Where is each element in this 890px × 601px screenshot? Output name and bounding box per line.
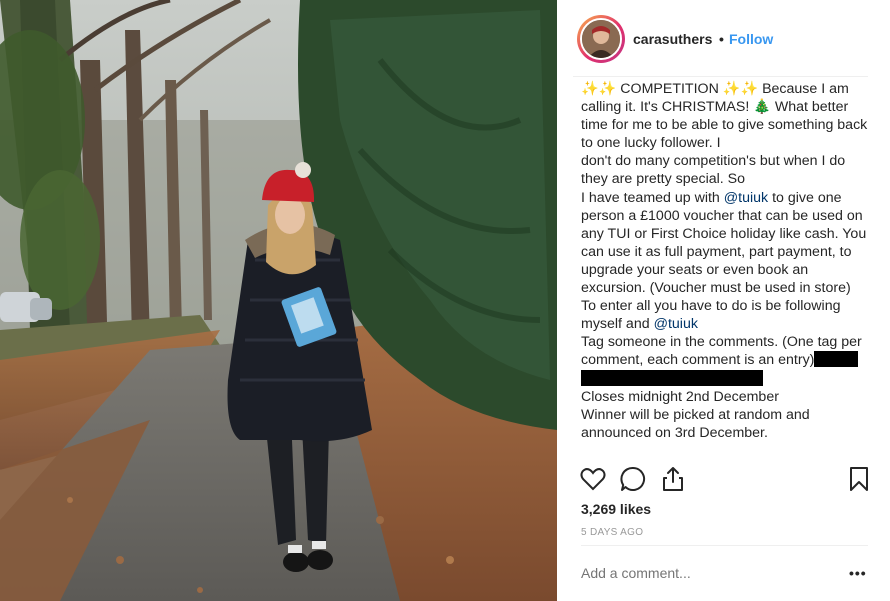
caption-text-5: To enter all you have to do is be follow… (581, 298, 841, 333)
likes-count[interactable]: 3,269 likes (581, 501, 651, 517)
caption-paragraph: To enter all you have to do is be follow… (581, 297, 869, 333)
mention-link[interactable]: @tuiuk (654, 316, 698, 332)
share-icon[interactable] (659, 465, 687, 493)
caption-paragraph: Winner will be picked at random and anno… (581, 406, 869, 442)
follow-button[interactable]: Follow (729, 31, 773, 47)
christmas-tree-icon: 🎄 (753, 99, 771, 116)
post-header: carasuthers • Follow (557, 0, 890, 78)
separator-dot: • (719, 31, 724, 47)
caption-paragraph: don't do many competition's but when I d… (581, 152, 869, 188)
comment-icon[interactable] (619, 465, 647, 493)
caption-competition: COMPETITION (620, 81, 719, 97)
caption-text-3: don't do many competition's but when I d… (581, 153, 846, 188)
mention-link[interactable]: @tuiuk (724, 190, 768, 206)
avatar[interactable] (577, 15, 625, 63)
caption-paragraph: I have teamed up with @tuiuk to give one… (581, 189, 869, 298)
caption-paragraph: ✨✨ COMPETITION ✨✨ Because I am calling i… (581, 80, 869, 152)
caption-text-4a: I have teamed up with (581, 189, 720, 206)
action-bar (557, 465, 890, 497)
post-caption: ✨✨ COMPETITION ✨✨ Because I am calling i… (581, 80, 869, 458)
caption-paragraph (581, 369, 869, 388)
username[interactable]: carasuthers (633, 31, 712, 47)
sparkles-emoji: ✨✨ (722, 81, 759, 97)
redaction-bar (814, 351, 859, 368)
post-photo[interactable] (0, 0, 557, 601)
caption-text-7: Closes midnight 2nd December (581, 388, 779, 405)
post-panel: carasuthers • Follow ✨✨ COMPETITION ✨✨ B… (557, 0, 890, 601)
comment-input[interactable] (581, 565, 821, 581)
redaction-bar (581, 369, 763, 386)
caption-text-8: Winner will be picked at random and anno… (581, 406, 810, 441)
sparkles-emoji: ✨✨ (581, 81, 617, 97)
avatar-image (580, 18, 622, 60)
more-options-button[interactable]: ••• (849, 565, 867, 581)
caption-paragraph: Tag someone in the comments. (One tag pe… (581, 333, 869, 369)
caption-paragraph: Closes midnight 2nd December (581, 388, 869, 406)
heart-icon[interactable] (579, 465, 607, 493)
post-image (0, 0, 557, 601)
timestamp[interactable]: 5 DAYS AGO (581, 527, 643, 538)
divider (573, 76, 868, 77)
divider (581, 545, 868, 546)
bookmark-icon[interactable] (845, 465, 873, 493)
